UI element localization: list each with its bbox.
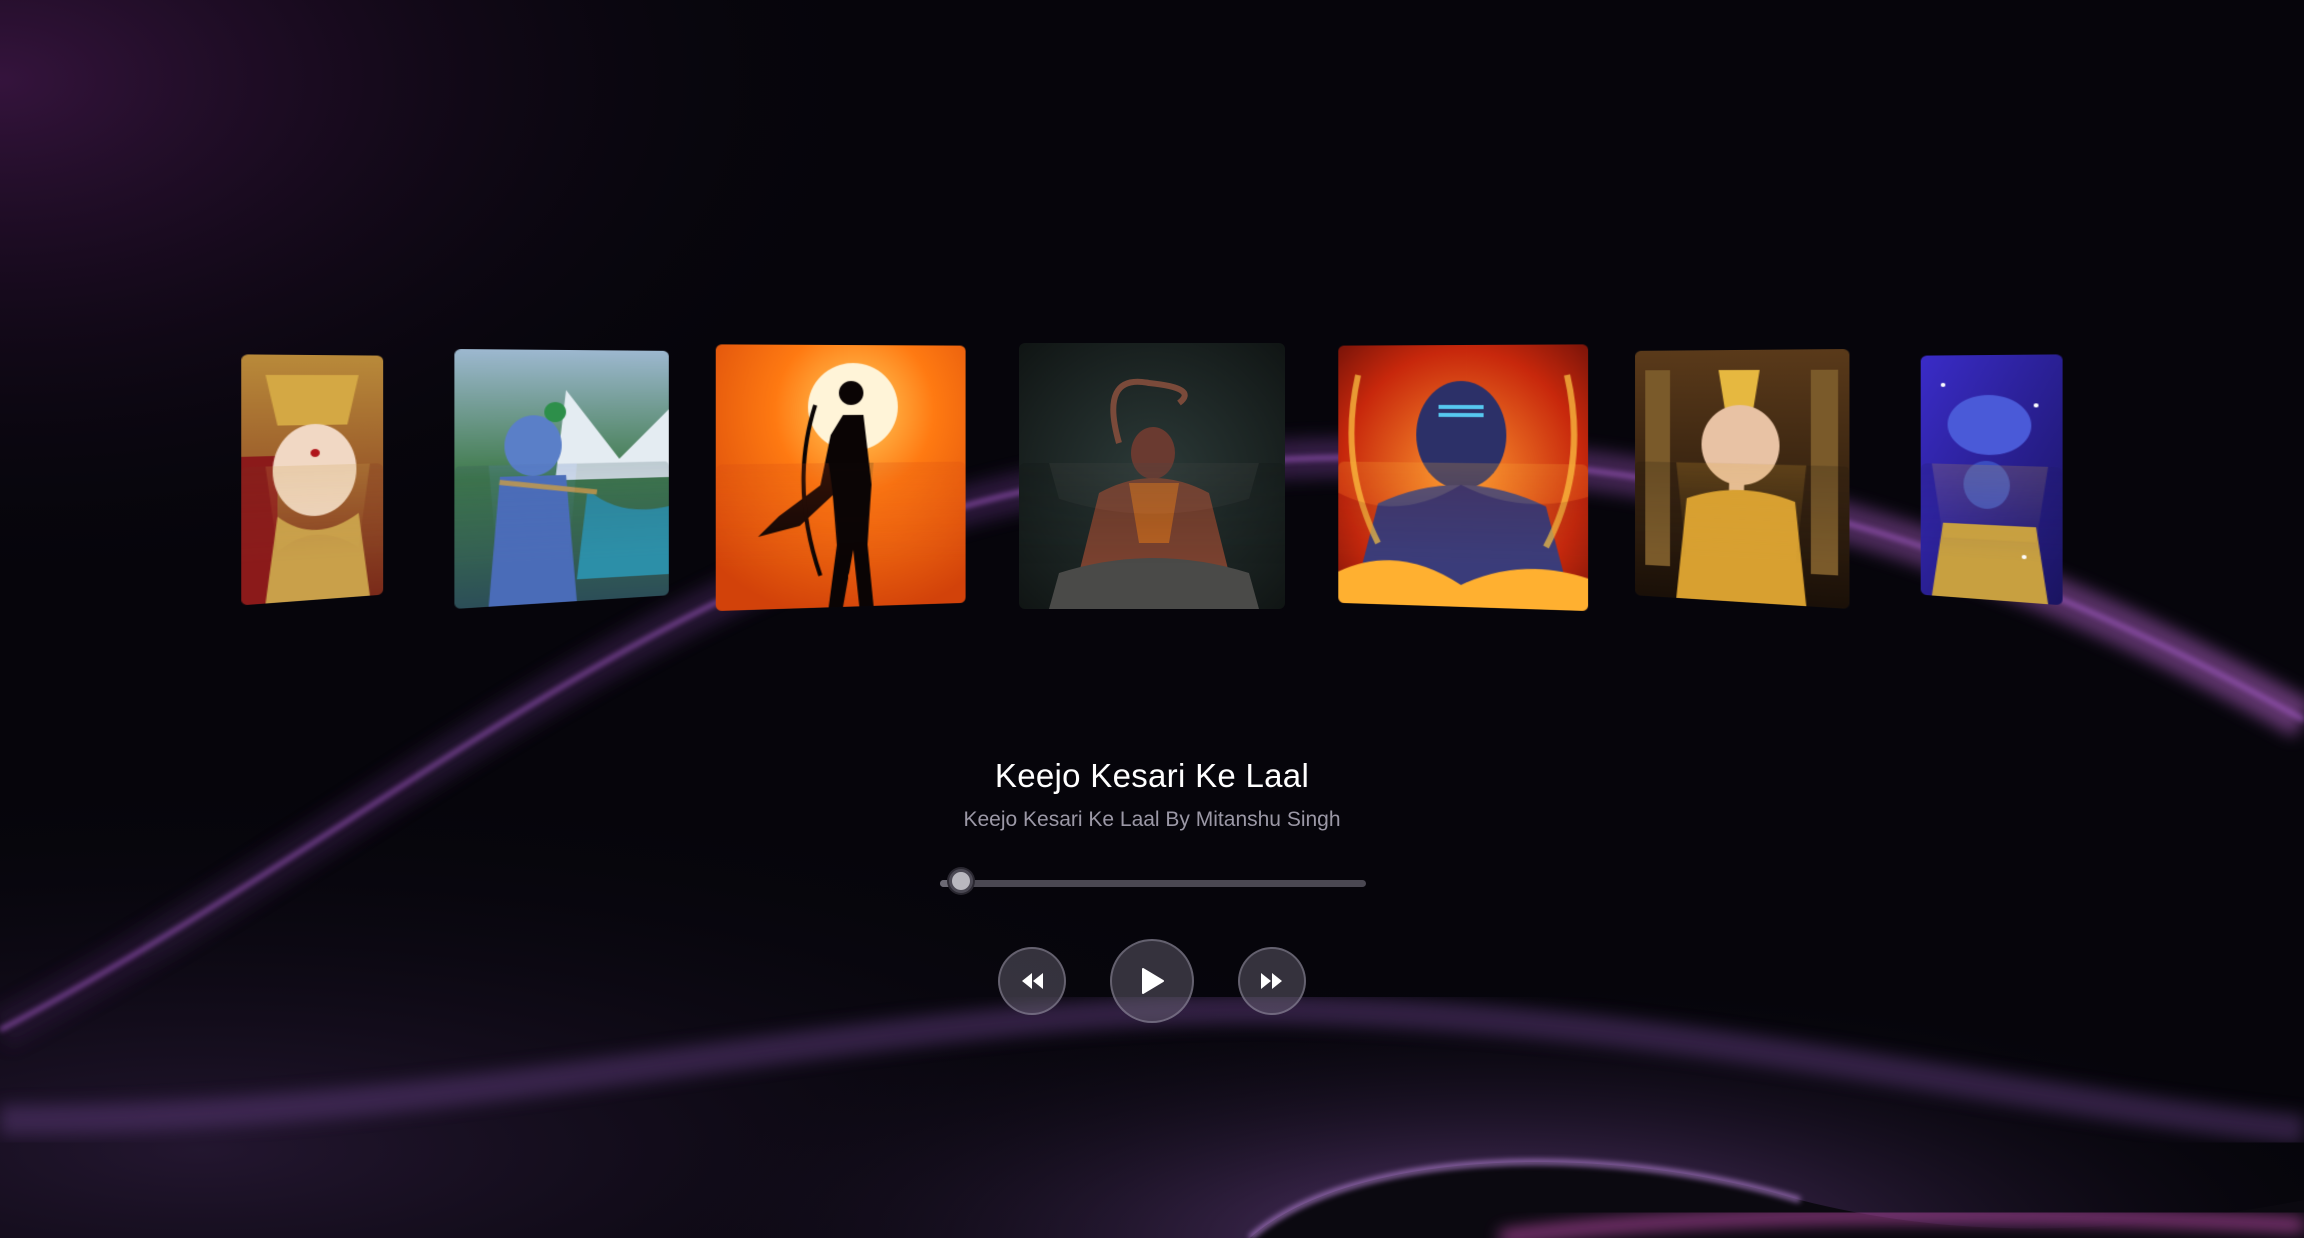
play-button[interactable] xyxy=(1110,939,1194,1023)
album-cover-hanuman-current[interactable] xyxy=(1019,343,1285,609)
album-cover-durga[interactable] xyxy=(241,354,384,606)
next-button[interactable] xyxy=(1238,947,1306,1015)
album-coverflow xyxy=(0,0,2304,760)
album-cover-krishna[interactable] xyxy=(454,349,669,610)
rewind-icon xyxy=(1022,973,1043,989)
album-cover-ram[interactable] xyxy=(715,344,966,612)
previous-button[interactable] xyxy=(998,947,1066,1015)
play-icon xyxy=(1142,968,1164,994)
track-artist: Keejo Kesari Ke Laal By Mitanshu Singh xyxy=(963,808,1341,831)
track-title: Keejo Kesari Ke Laal xyxy=(994,757,1310,794)
progress-slider[interactable] xyxy=(940,869,1366,893)
album-cover-shiva[interactable] xyxy=(1338,344,1589,612)
fast-forward-icon xyxy=(1261,973,1282,989)
album-cover-ganesha[interactable] xyxy=(1635,349,1850,610)
album-cover-krishna-blue[interactable] xyxy=(1920,354,2063,606)
